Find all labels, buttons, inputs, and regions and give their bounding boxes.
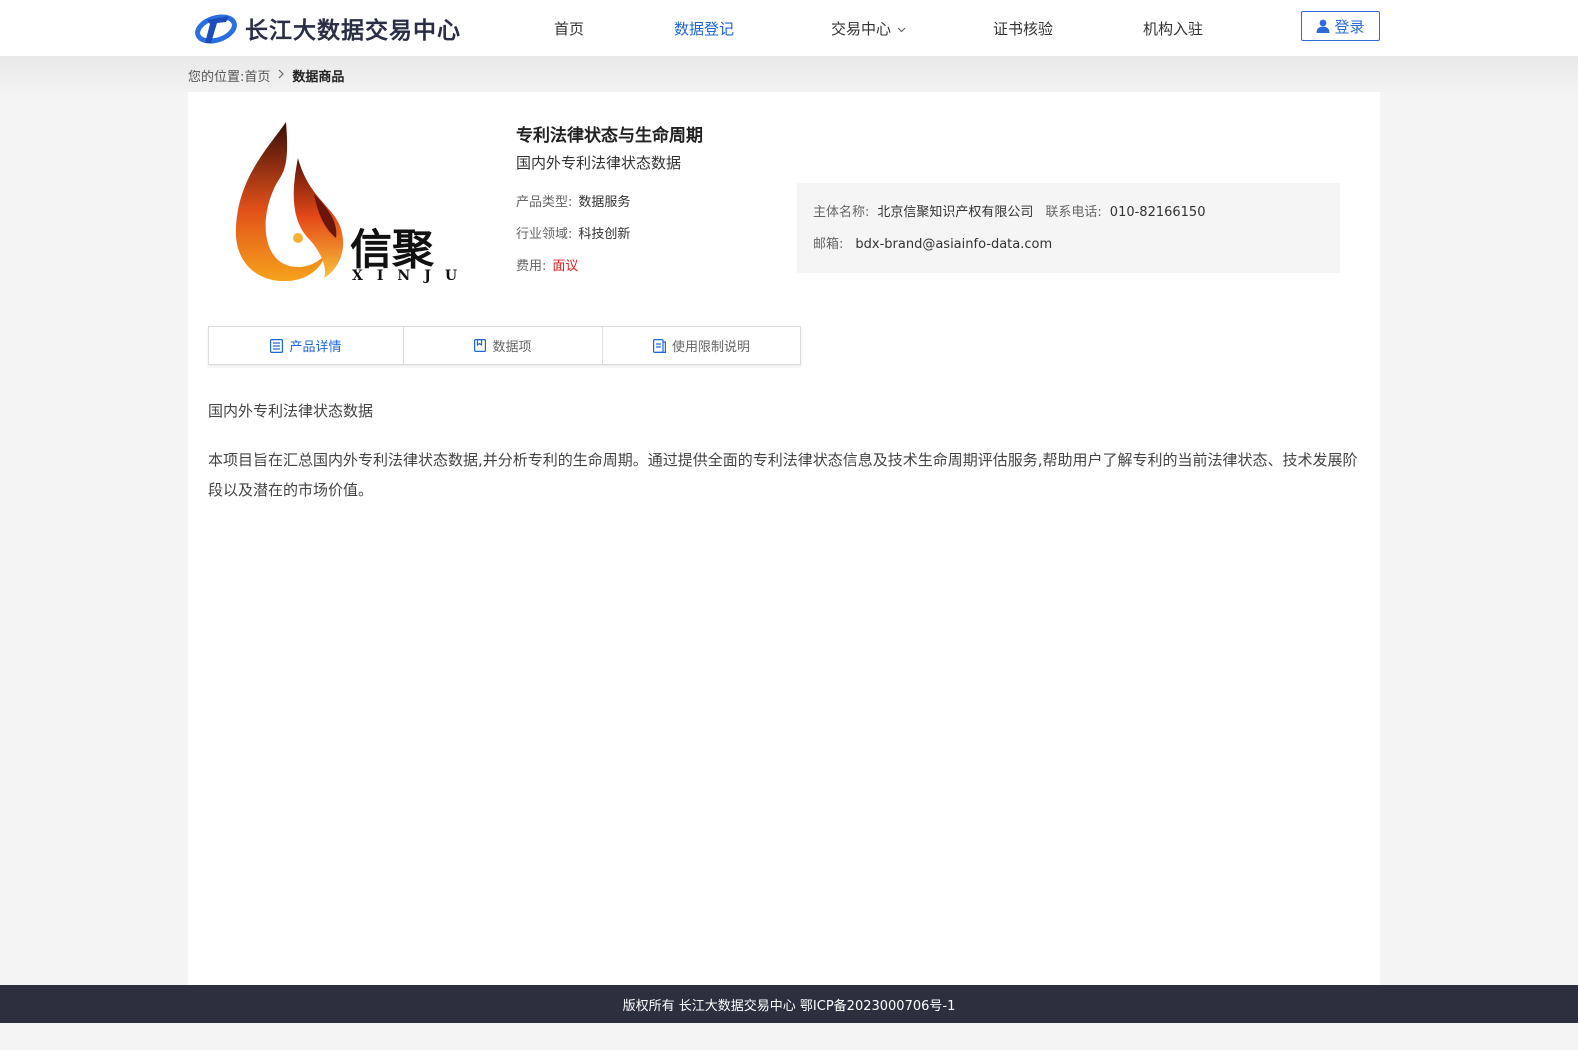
- fee-label: 费用:: [516, 259, 547, 274]
- top-header: 长江大数据交易中心 首页 数据登记 交易中心 证书核验 机构入驻 登录: [0, 0, 1578, 56]
- industry-value: 科技创新: [578, 227, 631, 242]
- product-card: 信聚 XINJU 专利法律状态与生命周期 国内外专利法律状态数据 产品类型: 数据…: [188, 92, 1380, 985]
- description-body: 本项目旨在汇总国内外专利法律状态数据,并分析专利的生命周期。通过提供全面的专利法…: [208, 451, 1358, 499]
- entity-value: 北京信聚知识产权有限公司: [877, 205, 1034, 220]
- product-title: 专利法律状态与生命周期: [516, 126, 703, 146]
- industry-row: 行业领域: 科技创新: [516, 223, 630, 242]
- tab-product-details[interactable]: 产品详情: [209, 327, 404, 364]
- email-label: 邮箱:: [813, 237, 844, 252]
- brand[interactable]: 长江大数据交易中心: [195, 10, 461, 46]
- login-button[interactable]: 登录: [1301, 11, 1380, 41]
- tab-usage-restrictions-label: 使用限制说明: [671, 340, 750, 355]
- detail-tabs: 产品详情 数据项 使用限制说明: [208, 326, 801, 365]
- breadcrumb-prefix: 您的位置:: [188, 70, 245, 85]
- brand-name: 长江大数据交易中心: [245, 18, 461, 44]
- email-value: bdx-brand@asiainfo-data.com: [855, 237, 1053, 252]
- nav-home[interactable]: 首页: [554, 18, 584, 39]
- entity-label: 主体名称:: [813, 205, 870, 220]
- contact-box: 主体名称: 北京信聚知识产权有限公司 联系电话: 010-82166150 邮箱: bd…: [797, 183, 1340, 273]
- product-subtitle: 国内外专利法律状态数据: [516, 154, 682, 172]
- breadcrumb-home[interactable]: 首页: [244, 66, 270, 85]
- product-type-value: 数据服务: [578, 195, 631, 210]
- product-logo: 信聚 XINJU: [235, 122, 468, 284]
- document-icon: [652, 338, 666, 353]
- product-logo-text: 信聚: [350, 225, 435, 274]
- phone-value: 010-82166150: [1109, 205, 1206, 220]
- tab-data-items[interactable]: 数据项: [404, 327, 603, 364]
- fee-value: 面议: [552, 259, 579, 274]
- nav-trading-center-label: 交易中心: [831, 20, 892, 38]
- nav-certificate-verify[interactable]: 证书核验: [993, 18, 1053, 39]
- login-label: 登录: [1334, 17, 1365, 36]
- breadcrumb: 您的位置: 首页 数据商品: [188, 66, 344, 85]
- nav-trading-center[interactable]: 交易中心: [831, 18, 906, 39]
- product-logo-subtext: XINJU: [352, 268, 468, 284]
- bookmark-icon: [474, 339, 487, 352]
- contact-email-row: 邮箱: bdx-brand@asiainfo-data.com: [813, 233, 1052, 252]
- phone-label: 联系电话:: [1045, 205, 1102, 220]
- contact-entity-row: 主体名称: 北京信聚知识产权有限公司 联系电话: 010-82166150: [813, 201, 1205, 220]
- tab-usage-restrictions[interactable]: 使用限制说明: [603, 327, 800, 364]
- nav-data-registration[interactable]: 数据登记: [674, 18, 734, 39]
- breadcrumb-bar: 您的位置: 首页 数据商品: [0, 56, 1578, 92]
- industry-label: 行业领域:: [516, 227, 573, 242]
- footer: 版权所有 长江大数据交易中心 鄂ICP备2023000706号-1: [0, 985, 1578, 1023]
- footer-text: 版权所有 长江大数据交易中心 鄂ICP备2023000706号-1: [622, 998, 956, 1014]
- product-type-row: 产品类型: 数据服务: [516, 191, 630, 210]
- user-icon: [1316, 19, 1330, 33]
- tab-product-details-label: 产品详情: [289, 340, 342, 355]
- chevron-right-icon: [278, 68, 285, 83]
- fee-row: 费用: 面议: [516, 255, 578, 274]
- chevron-down-icon: [897, 27, 906, 32]
- brand-logo-icon: [195, 14, 237, 44]
- tab-data-items-label: 数据项: [492, 340, 532, 355]
- breadcrumb-current: 数据商品: [292, 70, 345, 85]
- product-type-label: 产品类型:: [516, 195, 573, 210]
- nav-institution-join[interactable]: 机构入驻: [1143, 18, 1203, 39]
- description-title: 国内外专利法律状态数据: [208, 402, 374, 420]
- list-icon: [270, 338, 284, 353]
